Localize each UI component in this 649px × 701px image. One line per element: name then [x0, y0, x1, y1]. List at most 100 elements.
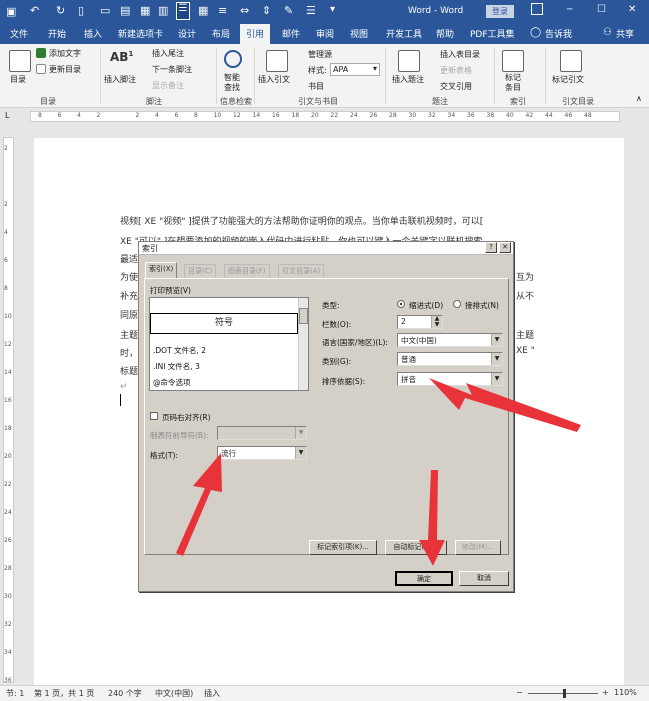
section-status[interactable]: 节: 1 [6, 688, 24, 699]
draw-icon[interactable]: ✎ [284, 4, 293, 17]
tab-index[interactable]: 索引(X) [145, 262, 178, 278]
indented-radio-label[interactable]: 缩进式(D) [409, 300, 443, 311]
tab-insert[interactable]: 插入 [84, 27, 102, 40]
dialog-help-button[interactable]: ? [485, 242, 497, 253]
toc-button[interactable]: 目录 [10, 74, 26, 85]
preview-icon[interactable]: ▦ [140, 4, 150, 17]
dialog-close-button[interactable]: ✕ [499, 242, 511, 253]
style-dropdown[interactable]: APA ▾ [330, 63, 380, 76]
read-mode-icon[interactable]: ▥ [158, 4, 168, 17]
language-label: 语言(国家/地区)(L): [322, 338, 388, 347]
tab-pdf[interactable]: PDF工具集 [470, 27, 515, 40]
footnote-icon[interactable]: AB1 [110, 50, 133, 72]
toc-icon[interactable] [9, 50, 31, 72]
vertical-ruler: 2 2 4 6 8 10 12 14 16 18 20 22 24 26 28 30 32 34 36 [0, 125, 18, 685]
share-button[interactable]: 共享 [616, 27, 634, 40]
insert-footnote-button[interactable]: 插入脚注 [104, 74, 136, 85]
spacing-icon[interactable]: ⇕ [262, 4, 271, 17]
width-icon[interactable]: ⇔ [240, 4, 249, 17]
automark-button[interactable]: 自动标记(U)... [385, 540, 447, 555]
tab-home[interactable]: 开始 [48, 27, 66, 40]
mark-entry-icon[interactable] [502, 50, 524, 72]
save-icon[interactable]: ▣ [6, 5, 16, 18]
mark-citation-icon[interactable] [560, 50, 582, 72]
maximize-button[interactable]: ☐ [597, 4, 606, 15]
sort-dropdown[interactable]: 拼音 ▼ [397, 372, 503, 386]
preview-scrollbar[interactable] [298, 298, 308, 390]
insert-caption-button[interactable]: 插入题注 [392, 74, 424, 85]
insert-table-figures-button[interactable]: 插入表目录 [440, 49, 480, 60]
tab-view[interactable]: 视图 [350, 27, 368, 40]
ok-button[interactable]: 确定 [395, 571, 453, 586]
mark-citation-button[interactable]: 标记引文 [552, 74, 584, 85]
customize-qat-icon[interactable]: ▾ [330, 4, 335, 15]
tell-me[interactable]: 告诉我 [545, 27, 572, 40]
word-count[interactable]: 240 个字 [108, 688, 142, 699]
tab-file[interactable]: 文件 [10, 27, 28, 40]
insert-endnote-button[interactable]: 插入尾注 [152, 48, 184, 59]
indented-radio[interactable] [397, 300, 405, 308]
columns-spinner[interactable]: 2 ▲ ▼ [397, 315, 443, 329]
tab-selector-icon[interactable]: L [5, 111, 9, 120]
insert-mode[interactable]: 插入 [204, 688, 220, 699]
language-status[interactable]: 中文(中国) [155, 688, 193, 699]
zoom-level[interactable]: 110% [614, 688, 637, 697]
preview-scroll-thumb[interactable] [299, 308, 308, 324]
language-dropdown[interactable]: 中文(中国) ▼ [397, 333, 503, 347]
align-icon[interactable]: ≡ [218, 4, 227, 17]
tab-table-of-figures[interactable]: 图表目录(F) [224, 264, 270, 278]
right-align-checkbox[interactable] [150, 412, 158, 420]
ribbon: 目录 添加文字 更新目录 目录 AB1 插入脚注 插入尾注 下一条脚注 显示备注… [0, 44, 649, 108]
tab-review[interactable]: 审阅 [316, 27, 334, 40]
runin-radio-label[interactable]: 接排式(N) [465, 300, 499, 311]
minimize-button[interactable]: ─ [567, 5, 572, 15]
update-toc-button[interactable]: 更新目录 [49, 64, 81, 75]
category-dropdown[interactable]: 普通 ▼ [397, 352, 503, 366]
new-doc-icon[interactable]: ▯ [78, 4, 84, 17]
login-button[interactable]: 登录 [486, 5, 514, 18]
runin-radio[interactable] [453, 300, 461, 308]
tab-references[interactable]: 引用 [240, 24, 271, 44]
undo-icon[interactable]: ↶ [30, 4, 39, 17]
smart-lookup-icon[interactable] [224, 50, 242, 68]
tab-toc[interactable]: 目录(C) [184, 264, 217, 278]
list-icon[interactable]: ☰ [306, 4, 316, 17]
tab-help[interactable]: 帮助 [436, 27, 454, 40]
mark-entry-label-2[interactable]: 条目 [505, 82, 521, 93]
layout-icon[interactable]: ☰ [176, 2, 190, 20]
zoom-thumb[interactable] [563, 689, 566, 698]
vruler-number: 8 [4, 285, 8, 292]
smart-lookup-label-2[interactable]: 查找 [224, 82, 240, 93]
zoom-minus[interactable]: − [516, 688, 523, 697]
insert-citation-icon[interactable] [266, 50, 288, 72]
grid-icon[interactable]: ▦ [198, 4, 208, 17]
next-footnote-button[interactable]: 下一条脚注 [152, 64, 192, 75]
manage-sources-button[interactable]: 管理源 [308, 49, 332, 60]
zoom-slider[interactable] [528, 689, 598, 698]
ribbon-display-icon[interactable] [531, 3, 543, 15]
collapse-ribbon-icon[interactable]: ∧ [636, 94, 642, 103]
right-align-label[interactable]: 页码右对齐(R) [162, 412, 211, 423]
format-dropdown[interactable]: 流行 ▼ [217, 446, 307, 460]
zoom-plus[interactable]: + [602, 688, 609, 697]
cancel-button[interactable]: 取消 [459, 571, 509, 586]
add-text-button[interactable]: 添加文字 [49, 48, 81, 59]
insert-caption-icon[interactable] [398, 50, 420, 72]
page-status[interactable]: 第 1 页，共 1 页 [34, 688, 94, 699]
cross-reference-button[interactable]: 交叉引用 [440, 81, 472, 92]
close-button[interactable]: ✕ [628, 4, 636, 15]
insert-citation-button[interactable]: 插入引文 [258, 74, 290, 85]
open-icon[interactable]: ▭ [100, 4, 110, 17]
mark-entry-button[interactable]: 标记索引项(K)... [309, 540, 377, 555]
tab-layout[interactable]: 布局 [212, 27, 230, 40]
bibliography-button[interactable]: 书目 [308, 81, 324, 92]
tab-design[interactable]: 设计 [178, 27, 196, 40]
ruler-number: 26 [369, 112, 378, 119]
redo-icon[interactable]: ↻ [56, 4, 65, 17]
tab-new[interactable]: 新建选项卡 [118, 27, 163, 40]
tab-mailings[interactable]: 邮件 [282, 27, 300, 40]
tab-developer[interactable]: 开发工具 [386, 27, 422, 40]
print-icon[interactable]: ▤ [120, 4, 130, 17]
tab-table-of-authorities[interactable]: 引文目录(A) [278, 264, 325, 278]
spin-arrows-icon[interactable]: ▲ ▼ [431, 316, 442, 328]
